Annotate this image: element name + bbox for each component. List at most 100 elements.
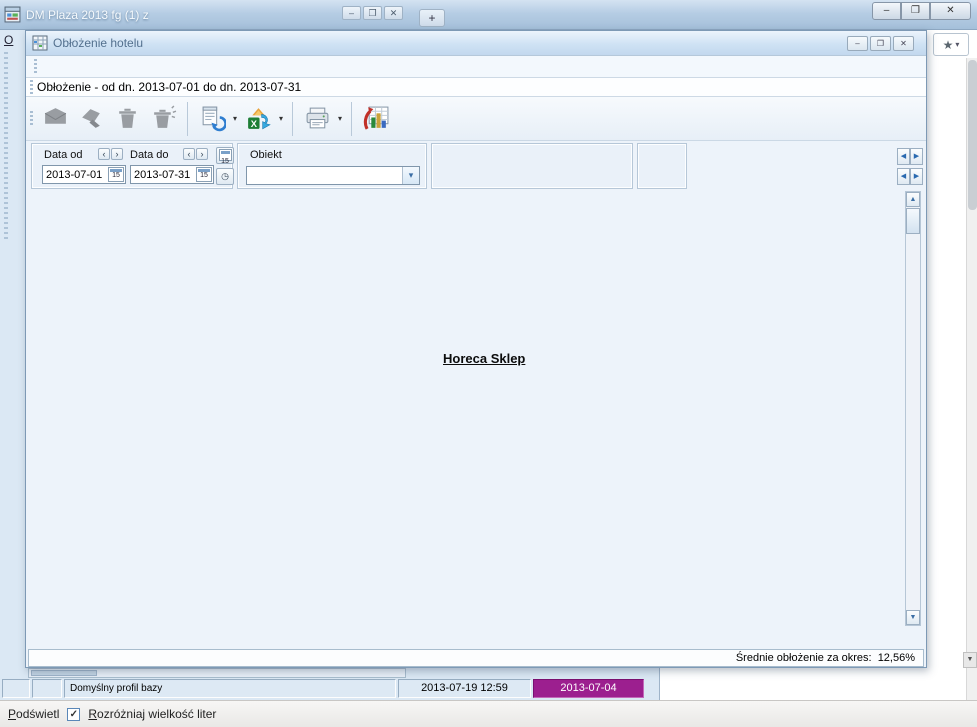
scroll-down-button[interactable]: ▼ bbox=[963, 652, 977, 668]
match-case-checkbox[interactable]: ✓ bbox=[67, 708, 80, 721]
date-from-value[interactable]: 2013-07-01 bbox=[43, 169, 108, 181]
object-combobox[interactable]: ▾ bbox=[246, 166, 420, 185]
toolbar-separator bbox=[187, 102, 188, 136]
screen: DM Plaza 2013 fg (1) z – ❐ ✕ + – ❐ ✕ O D… bbox=[0, 0, 977, 727]
infobar-gripper bbox=[30, 80, 33, 95]
parent-menu-partial[interactable]: O bbox=[4, 33, 13, 47]
date-range-group: Data od ‹ › Data do ‹ › 2013-07-01 2013-… bbox=[31, 143, 233, 189]
printer-icon bbox=[304, 105, 331, 132]
delete-all-button[interactable] bbox=[145, 101, 181, 137]
menu-bar bbox=[26, 56, 926, 77]
date-to-value[interactable]: 2013-07-31 bbox=[131, 169, 196, 181]
print-button[interactable] bbox=[299, 101, 335, 137]
browser-window-controls: – ❐ ✕ bbox=[872, 2, 971, 20]
date-to-label: Data do bbox=[130, 149, 169, 161]
chevron-down-icon[interactable]: ▾ bbox=[335, 114, 345, 123]
report-refresh-icon bbox=[199, 105, 226, 132]
menu-gripper bbox=[34, 59, 37, 74]
date-from-next-button[interactable]: › bbox=[111, 148, 123, 160]
window-title: Obłożenie hotelu bbox=[53, 36, 143, 50]
minimize-button[interactable]: – bbox=[847, 36, 868, 51]
highlight-all-button[interactable]: Podświetl bbox=[8, 707, 59, 721]
alphabet-scroll-right-button[interactable]: ▶ bbox=[910, 168, 923, 185]
parent-horizontal-scrollbar[interactable] bbox=[28, 668, 406, 678]
window-icon bbox=[32, 35, 48, 51]
report-refresh-button[interactable] bbox=[194, 101, 230, 137]
status-date-badge: 2013-07-04 bbox=[533, 679, 644, 698]
scroll-up-button[interactable]: ▲ bbox=[906, 192, 920, 207]
chart-button[interactable] bbox=[358, 101, 394, 137]
svg-text:X: X bbox=[250, 119, 257, 129]
options-group bbox=[431, 143, 633, 189]
edit-record-button[interactable] bbox=[73, 101, 109, 137]
browser-close-button[interactable]: ✕ bbox=[930, 2, 971, 20]
close-button[interactable]: ✕ bbox=[893, 36, 914, 51]
calendar-picker-button[interactable] bbox=[216, 147, 234, 164]
object-value[interactable] bbox=[247, 167, 402, 184]
new-record-button[interactable] bbox=[37, 101, 73, 137]
alphabet-filter-bar: ◀ ▶ bbox=[691, 167, 923, 186]
table-footer bbox=[26, 626, 898, 647]
parent-window-title: DM Plaza 2013 fg (1) z bbox=[26, 8, 149, 22]
calendar-clock-button[interactable]: ◷ bbox=[216, 168, 234, 185]
calendar-icon bbox=[219, 149, 232, 161]
scrollbar-thumb[interactable] bbox=[906, 208, 920, 234]
browser-tab-bar: + bbox=[415, 3, 445, 30]
average-occupancy-status: Średnie obłożenie za okres: 12,56% bbox=[28, 649, 924, 667]
date-from-input[interactable]: 2013-07-01 bbox=[42, 165, 126, 184]
status-timestamp: 2013-07-19 12:59 bbox=[398, 679, 531, 698]
app-icon bbox=[4, 6, 21, 23]
date-to-prev-button[interactable]: ‹ bbox=[183, 148, 195, 160]
star-icon: ★ bbox=[943, 38, 954, 52]
scrollbar-thumb[interactable] bbox=[968, 60, 977, 210]
parent-minimize-button[interactable]: – bbox=[342, 6, 361, 20]
bookmark-star-button[interactable]: ★ ▾ bbox=[933, 33, 969, 56]
window-titlebar[interactable]: Obłożenie hotelu – ❐ ✕ bbox=[26, 31, 926, 56]
parent-close-button[interactable]: ✕ bbox=[384, 6, 403, 20]
top-bar: DM Plaza 2013 fg (1) z – ❐ ✕ + – ❐ ✕ bbox=[0, 0, 977, 30]
excel-export-icon: X bbox=[245, 105, 272, 132]
chevron-down-icon[interactable]: ▾ bbox=[276, 114, 286, 123]
scroll-down-button[interactable]: ▼ bbox=[906, 610, 920, 625]
status-profile: Domyślny profil bazy bbox=[64, 679, 396, 698]
toolbar-separator bbox=[292, 102, 293, 136]
alphabet-scroll-left-button[interactable]: ◀ bbox=[897, 168, 910, 185]
parent-maximize-button[interactable]: ❐ bbox=[363, 6, 382, 20]
operator-group bbox=[637, 143, 687, 189]
new-tab-button[interactable]: + bbox=[419, 9, 445, 27]
calendar-icon[interactable] bbox=[196, 167, 212, 182]
table-header bbox=[26, 191, 898, 208]
browser-restore-button[interactable]: ❐ bbox=[901, 2, 930, 20]
column-filter-tabs: ◀ ▶ bbox=[691, 144, 923, 165]
toolbar: ▾ X ▾ ▾ bbox=[26, 97, 926, 141]
date-from-label: Data od bbox=[44, 149, 83, 161]
status-cell-empty-2 bbox=[32, 679, 62, 698]
chevron-down-icon[interactable]: ▾ bbox=[230, 114, 240, 123]
page-vertical-scrollbar[interactable] bbox=[966, 58, 977, 700]
filter-panel: Data od ‹ › Data do ‹ › 2013-07-01 2013-… bbox=[26, 141, 926, 191]
tabs-scroll-left-button[interactable]: ◀ bbox=[897, 148, 910, 165]
new-record-icon bbox=[42, 105, 69, 132]
date-from-prev-button[interactable]: ‹ bbox=[98, 148, 110, 160]
scrollbar-thumb[interactable] bbox=[31, 670, 97, 676]
horeca-sklep-link[interactable]: Horeca Sklep bbox=[443, 351, 525, 366]
calendar-icon[interactable] bbox=[108, 167, 124, 182]
chevron-down-icon: ▾ bbox=[955, 40, 959, 49]
date-to-next-button[interactable]: › bbox=[196, 148, 208, 160]
date-to-input[interactable]: 2013-07-31 bbox=[130, 165, 214, 184]
report-range-title: Obłożenie - od dn. 2013-07-01 do dn. 201… bbox=[37, 80, 301, 94]
chevron-down-icon[interactable]: ▾ bbox=[402, 167, 419, 184]
find-bar: Podświetl ✓ Rozróżniaj wielkość liter bbox=[0, 700, 977, 727]
browser-minimize-button[interactable]: – bbox=[872, 2, 901, 20]
maximize-button[interactable]: ❐ bbox=[870, 36, 891, 51]
chart-icon bbox=[363, 105, 390, 132]
tabs-scroll-right-button[interactable]: ▶ bbox=[910, 148, 923, 165]
info-bar: Obłożenie - od dn. 2013-07-01 do dn. 201… bbox=[26, 77, 926, 97]
parent-status-bar: Domyślny profil bazy 2013-07-19 12:59 20… bbox=[0, 678, 656, 699]
trash-icon bbox=[114, 105, 141, 132]
export-excel-button[interactable]: X bbox=[240, 101, 276, 137]
table-vertical-scrollbar[interactable]: ▲ ▼ bbox=[905, 191, 921, 626]
object-group: Obiekt ▾ bbox=[237, 143, 427, 189]
delete-record-button[interactable] bbox=[109, 101, 145, 137]
window-controls: – ❐ ✕ bbox=[847, 36, 914, 51]
